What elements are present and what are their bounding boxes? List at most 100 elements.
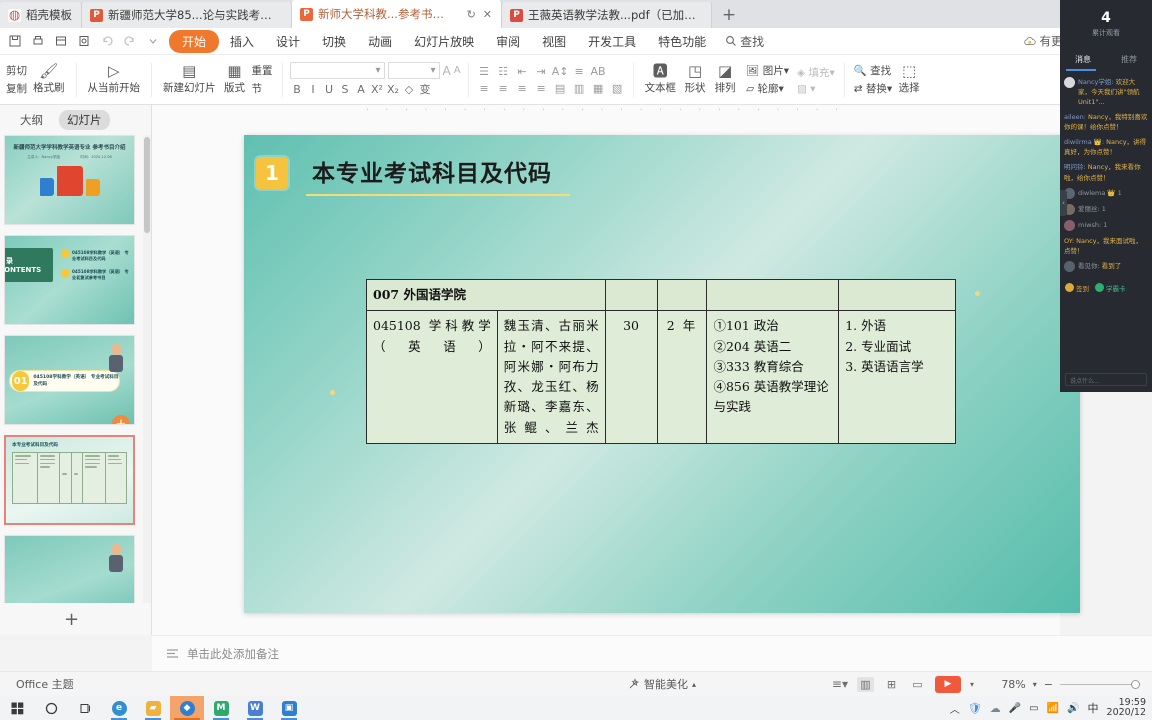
menu-tab-home[interactable]: 开始 xyxy=(169,29,220,53)
sorter-view-icon[interactable]: ⊞ xyxy=(883,677,900,692)
textbox-button[interactable]: 🅰 文本框 xyxy=(641,64,681,95)
line-spacing-button[interactable]: ≡ xyxy=(571,64,588,79)
scholar-card-badge[interactable]: 学霸卡 xyxy=(1095,283,1126,293)
battery-icon[interactable]: ▭ xyxy=(1029,703,1038,714)
scrollbar-thumb[interactable] xyxy=(144,137,150,233)
zoom-level-label[interactable]: 78% xyxy=(1001,678,1025,691)
edge-app-button[interactable]: e xyxy=(102,696,136,720)
shape-button[interactable]: ◳ 形状 xyxy=(680,64,710,95)
menu-tab-view[interactable]: 视图 xyxy=(531,30,577,53)
menu-tab-transitions[interactable]: 切换 xyxy=(311,30,357,53)
outline-button[interactable]: ▱ 轮廓▾ xyxy=(744,80,791,97)
tab-recommend[interactable]: 推荐 xyxy=(1106,50,1152,69)
save-icon[interactable] xyxy=(4,31,25,52)
number-list-button[interactable]: ☷ xyxy=(495,64,512,79)
add-slide-button[interactable]: + xyxy=(0,603,143,635)
align-center-button[interactable]: ≡ xyxy=(495,81,512,96)
slide-thumbnail-2[interactable]: 目录 CONTENTS 045108学科教学（英语） 专业考试科目及代码 045… xyxy=(4,235,135,325)
justify-button[interactable]: ≡ xyxy=(533,81,550,96)
menu-tab-slideshow[interactable]: 幻灯片放映 xyxy=(403,30,485,53)
replace-button[interactable]: ⇄ 替换▾ xyxy=(852,80,894,97)
task-view-button[interactable] xyxy=(68,696,102,720)
effects-button[interactable]: ▨ ▾ xyxy=(795,82,837,96)
tab-reference-books[interactable]: P 新师大学科教...参考书目介绍 ↻ ✕ xyxy=(292,0,502,28)
tab-close-icon[interactable]: ✕ xyxy=(483,8,492,21)
redo-icon[interactable] xyxy=(119,31,140,52)
cortana-button[interactable] xyxy=(34,696,68,720)
slide-thumbnail-4[interactable]: 本专业考试科目及代码 xyxy=(4,435,135,525)
find-button[interactable]: 🔍 查找 xyxy=(852,62,894,79)
arrange-button[interactable]: ◪ 排列 xyxy=(710,64,740,95)
mic-icon[interactable]: 🎤 xyxy=(1009,703,1021,714)
menu-tab-animations[interactable]: 动画 xyxy=(357,30,403,53)
menu-tab-special[interactable]: 特色功能 xyxy=(647,30,717,53)
play-options-chevron-icon[interactable]: ▾ xyxy=(970,680,974,689)
current-slide[interactable]: 1 本专业考试科目及代码 007 外国语学院 045108 学科教学（英语） 魏… xyxy=(244,135,1080,613)
tab-outline[interactable]: 大纲 xyxy=(12,110,51,130)
undo-icon[interactable] xyxy=(96,31,117,52)
new-slide-button[interactable]: ▤ 新建幻灯片 xyxy=(159,64,220,95)
wps-app-button[interactable]: ◆ xyxy=(170,696,204,720)
menu-tab-developer[interactable]: 开发工具 xyxy=(577,30,647,53)
tab-lecture-notes[interactable]: P 新疆师范大学85...论与实践考研讲义 xyxy=(82,2,292,28)
italic-button[interactable]: I xyxy=(306,83,321,96)
menu-tab-review[interactable]: 审阅 xyxy=(485,30,531,53)
outline-view-icon[interactable]: ≡▾ xyxy=(832,677,848,691)
smart-beautify-button[interactable]: 智能美化 ▴ xyxy=(628,676,696,692)
shrink-font-button[interactable]: A xyxy=(454,65,461,76)
increase-indent-button[interactable]: ⇥ xyxy=(533,64,550,79)
grow-font-button[interactable]: A xyxy=(443,64,451,78)
fill-button[interactable]: ◈ 填充▾ xyxy=(795,64,837,81)
chat-input[interactable]: 说点什么... xyxy=(1065,373,1147,386)
format-painter-button[interactable]: 🖌 格式刷 xyxy=(29,64,69,95)
file-explorer-button[interactable]: ▰ xyxy=(136,696,170,720)
zoom-slider[interactable] xyxy=(1060,679,1140,689)
zoom-chevron-icon[interactable]: ▾ xyxy=(1033,680,1037,689)
exam-subjects-table[interactable]: 007 外国语学院 045108 学科教学（英语） 魏玉清、古丽米拉・阿不来提、… xyxy=(366,278,956,444)
section-button[interactable]: 节 xyxy=(250,80,275,97)
chevron-up-icon[interactable]: ︿ xyxy=(950,701,960,716)
superscript-button[interactable]: X² xyxy=(370,83,385,96)
align-right-button[interactable]: ≡ xyxy=(514,81,531,96)
font-family-select[interactable]: ▾ xyxy=(289,62,385,79)
checkin-badge[interactable]: 签到 xyxy=(1065,283,1089,293)
add-slide-inline-button[interactable]: + xyxy=(112,415,130,424)
menu-tab-insert[interactable]: 插入 xyxy=(219,30,265,53)
navigator-scrollbar[interactable] xyxy=(143,135,151,603)
play-slideshow-button[interactable]: ▶ xyxy=(934,675,961,693)
notes-pane[interactable]: 单击此处添加备注 xyxy=(152,635,1152,671)
tab-docer-template[interactable]: ◍ 稻壳模板 xyxy=(0,2,82,28)
chat-message-list[interactable]: Nancy学姐: 欢迎大家，今天我们讲"领航Unit1"... aileen: … xyxy=(1060,71,1152,272)
start-button[interactable] xyxy=(0,696,34,720)
tab-messages[interactable]: 消息 xyxy=(1060,50,1106,69)
print-preview-icon[interactable] xyxy=(50,31,71,52)
reading-view-icon[interactable]: ▭ xyxy=(909,677,926,692)
slide-thumbnail-3[interactable]: 01 045108学科教学（英语） 专业考试科目及代码 + xyxy=(4,335,135,425)
new-tab-button[interactable]: + xyxy=(712,2,746,28)
wps-writer-button[interactable]: W xyxy=(238,696,272,720)
select-button[interactable]: ⬚ 选择 xyxy=(894,64,924,95)
tab-pdf-teaching-method[interactable]: P 王薇英语教学法教...pdf（已加密） xyxy=(502,2,712,28)
layout-button[interactable]: ▦ 版式 xyxy=(220,64,250,95)
smartart-button[interactable]: ▧ xyxy=(609,81,626,96)
customize-qat-icon[interactable] xyxy=(142,31,163,52)
bold-button[interactable]: B xyxy=(290,83,305,96)
normal-view-icon[interactable]: ▥ xyxy=(856,676,874,692)
cut-button[interactable]: 剪切 xyxy=(4,62,29,79)
menu-tab-design[interactable]: 设计 xyxy=(265,30,311,53)
cloud-icon[interactable]: ☁ xyxy=(990,702,1001,715)
slide-title-group[interactable]: 1 本专业考试科目及代码 xyxy=(256,150,570,196)
distribute-button[interactable]: ▤ xyxy=(552,81,569,96)
text-color-button[interactable]: 变 xyxy=(418,81,433,97)
slide-thumbnail-5[interactable] xyxy=(4,535,135,603)
shield-icon[interactable]: 🛡 xyxy=(968,702,982,715)
copy-button[interactable]: 复制 xyxy=(4,80,29,97)
text-direction-button[interactable]: A↕ xyxy=(552,64,569,79)
slide-thumbnail-1[interactable]: 新疆师范大学学科教学英语专业 参考书目介绍 主讲人：Nancy学姐 时间：202… xyxy=(4,135,135,225)
start-from-current-button[interactable]: ▷ 从当前开始 xyxy=(84,64,145,95)
clock[interactable]: 19:59 2020/12 xyxy=(1107,698,1146,718)
columns-button[interactable]: ▥ xyxy=(571,81,588,96)
ime-indicator[interactable]: 中 xyxy=(1088,700,1099,716)
search-doc-icon[interactable] xyxy=(73,31,94,52)
zoom-out-button[interactable]: − xyxy=(1044,678,1053,691)
